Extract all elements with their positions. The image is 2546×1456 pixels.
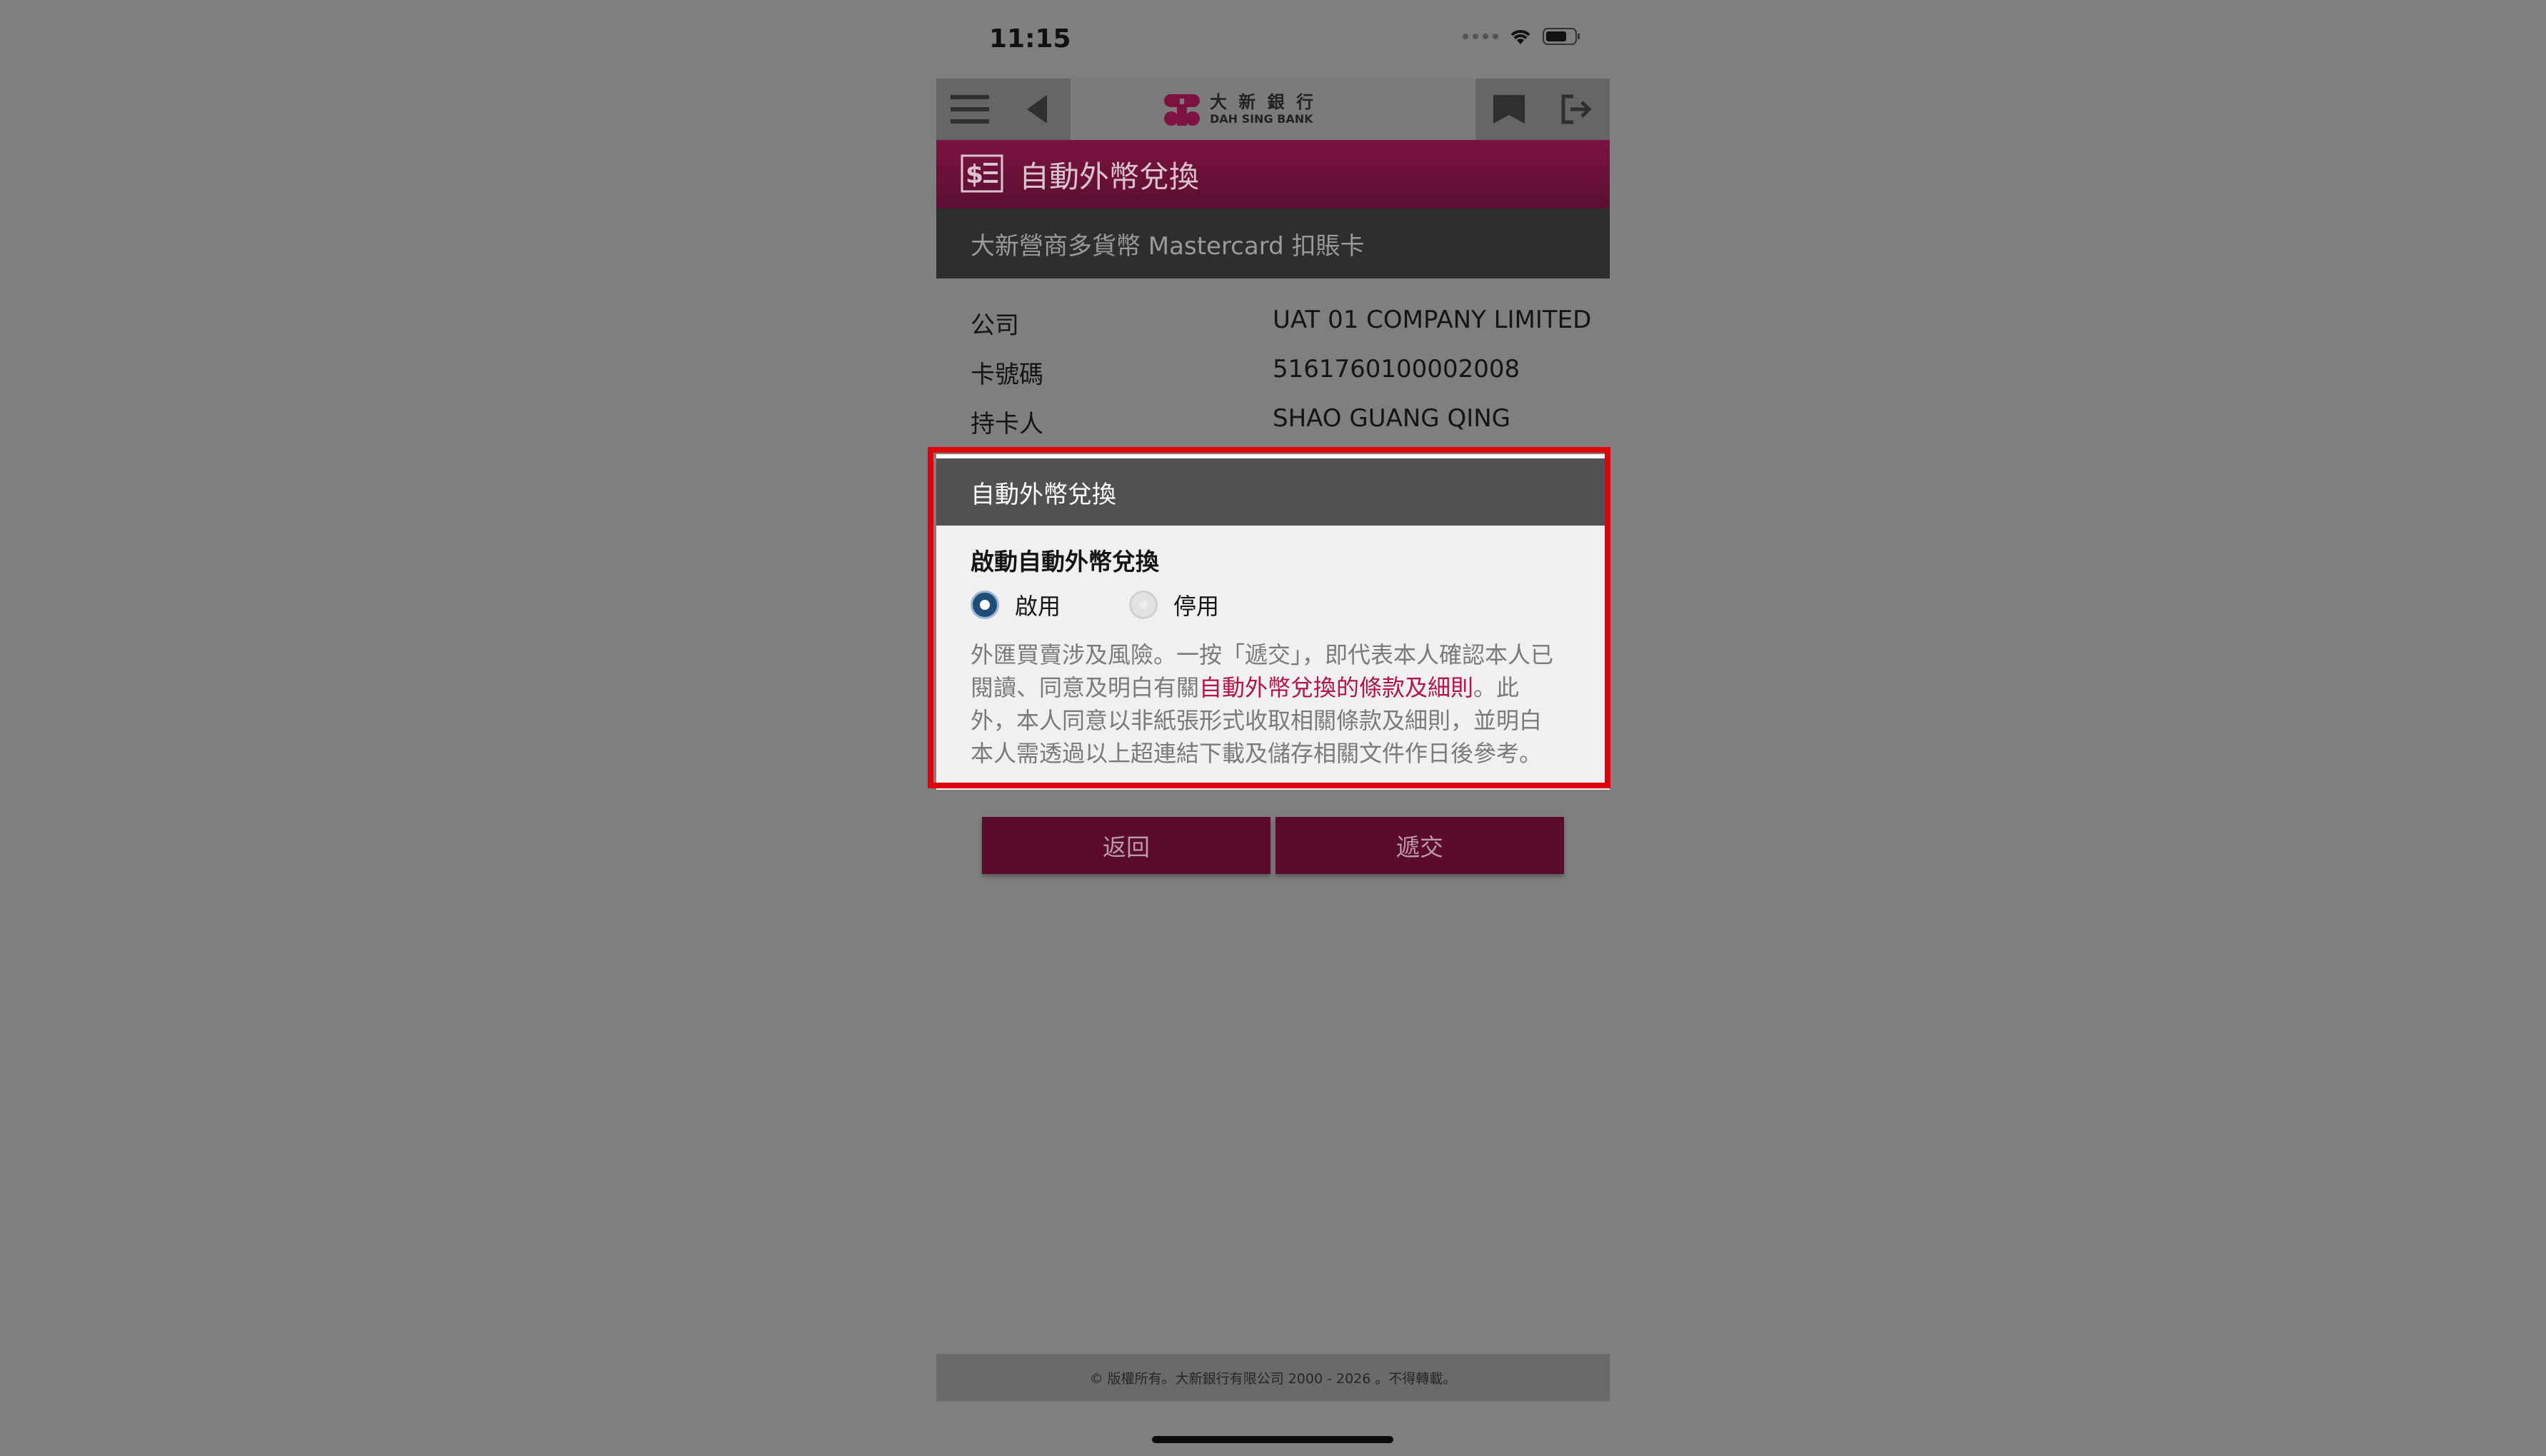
bookmark-button[interactable] [1475,79,1543,140]
menu-button[interactable] [936,79,1003,140]
logout-icon [1561,94,1592,124]
page-title-bar: $ 自動外幣兌換 [936,140,1610,209]
hamburger-menu-icon [951,95,989,124]
info-label: 持卡人 [971,410,1043,438]
cellular-signal-icon [1463,34,1498,39]
info-value: UAT 01 COMPANY LIMITED [1273,306,1592,334]
back-button[interactable]: 返回 [982,817,1271,874]
status-time: 11:15 [989,24,1071,54]
logout-button[interactable] [1543,79,1610,140]
bank-logo: 大 新 銀 行 DAH SING BANK [1003,79,1475,140]
highlight-box [928,447,1610,788]
submit-button[interactable]: 遞交 [1275,817,1564,874]
logo-chinese-text: 大 新 銀 行 [1209,92,1317,112]
svg-text:$: $ [966,160,983,189]
home-indicator[interactable] [1152,1436,1393,1443]
info-value: SHAO GUANG QING [1273,404,1511,433]
info-label: 卡號碼 [971,361,1043,389]
card-name-bar: 大新營商多貨幣 Mastercard 扣賬卡 [936,209,1610,278]
card-name: 大新營商多貨幣 Mastercard 扣賬卡 [971,231,1365,261]
info-label: 公司 [971,311,1019,340]
info-value: 5161760100002008 [1273,355,1520,383]
status-icons [1463,27,1581,46]
bookmark-flag-icon [1493,95,1525,124]
currency-exchange-icon: $ [961,154,1003,194]
page-title: 自動外幣兌換 [1019,159,1200,194]
copyright-text: © 版權所有。大新銀行有限公司 2000 - 2026 。不得轉載。 [1089,1370,1457,1387]
phone-screen: 11:15 大 新 銀 行 DAH SING BANK $ 自動外幣兌換 大新營… [928,0,1610,1456]
copyright-footer: © 版權所有。大新銀行有限公司 2000 - 2026 。不得轉載。 [936,1354,1610,1401]
logo-english-text: DAH SING BANK [1209,112,1313,126]
back-arrow-button[interactable] [1003,79,1071,140]
wifi-icon [1510,30,1530,44]
back-arrow-icon [1027,95,1047,124]
dah-sing-logo-icon [1163,94,1200,126]
battery-icon [1543,28,1580,45]
